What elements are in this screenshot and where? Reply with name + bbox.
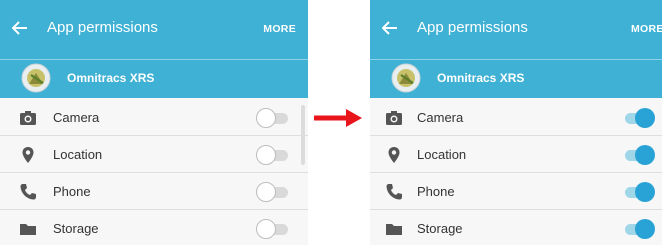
- camera-toggle[interactable]: [621, 108, 655, 128]
- permission-row-phone[interactable]: Phone: [370, 173, 662, 210]
- location-toggle[interactable]: [256, 145, 290, 165]
- location-pin-icon: [18, 145, 38, 165]
- page-title: App permissions: [47, 19, 158, 36]
- back-arrow-icon[interactable]: [379, 17, 401, 39]
- permission-label: Storage: [53, 221, 99, 236]
- back-arrow-icon[interactable]: [9, 17, 31, 39]
- camera-icon: [18, 108, 38, 128]
- phone-icon: [18, 182, 38, 202]
- more-button[interactable]: MORE: [263, 23, 296, 35]
- permission-label: Camera: [417, 110, 464, 125]
- permission-row-location[interactable]: Location: [370, 136, 662, 173]
- folder-icon: [384, 219, 404, 239]
- screen-after: App permissions MORE Omnitracs XRS Camer…: [370, 0, 662, 245]
- permission-row-phone[interactable]: Phone: [0, 173, 308, 210]
- folder-icon: [18, 219, 38, 239]
- permission-row-camera[interactable]: Camera: [370, 99, 662, 136]
- right-arrow-icon: [312, 108, 364, 128]
- storage-toggle[interactable]: [256, 219, 290, 239]
- phone-icon: [384, 182, 404, 202]
- permission-row-camera[interactable]: Camera: [0, 99, 308, 136]
- app-name: Omnitracs XRS: [437, 71, 525, 85]
- location-toggle[interactable]: [621, 145, 655, 165]
- app-logo-icon: [391, 63, 421, 93]
- permission-row-location[interactable]: Location: [0, 136, 308, 173]
- app-logo-icon: [21, 63, 51, 93]
- app-bar: App permissions MORE: [0, 0, 308, 59]
- storage-toggle[interactable]: [621, 219, 655, 239]
- app-bar: App permissions MORE: [370, 0, 662, 59]
- scrollbar[interactable]: [301, 105, 305, 165]
- phone-toggle[interactable]: [256, 182, 290, 202]
- location-pin-icon: [384, 145, 404, 165]
- permission-row-storage[interactable]: Storage: [0, 210, 308, 245]
- screen-before: App permissions MORE Omnitracs XRS Camer…: [0, 0, 308, 245]
- permission-label: Location: [53, 147, 103, 162]
- camera-icon: [384, 108, 404, 128]
- app-info-header: Omnitracs XRS: [370, 60, 662, 98]
- page-title: App permissions: [417, 19, 528, 36]
- app-info-header: Omnitracs XRS: [0, 60, 308, 98]
- app-name: Omnitracs XRS: [67, 71, 155, 85]
- more-button[interactable]: MORE: [631, 23, 662, 35]
- permission-label: Storage: [417, 221, 463, 236]
- phone-toggle[interactable]: [621, 182, 655, 202]
- permission-row-storage[interactable]: Storage: [370, 210, 662, 245]
- camera-toggle[interactable]: [256, 108, 290, 128]
- permission-label: Phone: [417, 184, 455, 199]
- permission-label: Phone: [53, 184, 91, 199]
- permission-label: Location: [417, 147, 467, 162]
- permission-label: Camera: [53, 110, 100, 125]
